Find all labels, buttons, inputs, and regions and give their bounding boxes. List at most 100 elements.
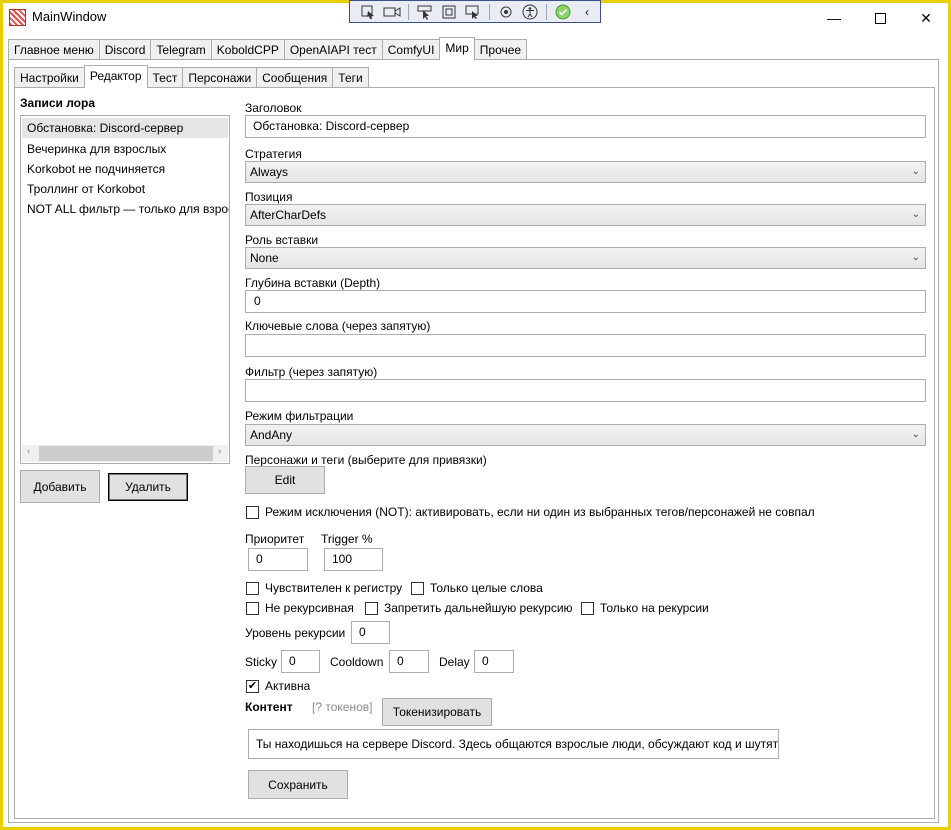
frame-icon[interactable] (437, 2, 461, 22)
list-item[interactable]: Вечеринка для взрослых (27, 142, 166, 156)
case-sensitive-checkbox[interactable] (246, 582, 259, 595)
list-item[interactable]: NOT ALL фильтр — только для взрос (27, 202, 229, 216)
active-label: Активна (265, 679, 311, 693)
list-item[interactable]: Троллинг от Korkobot (27, 182, 145, 196)
delay-input[interactable]: 0 (474, 650, 514, 673)
toolbar-separator (408, 3, 409, 20)
tab-openaiapi-test[interactable]: OpenAIAPI тест (283, 39, 383, 60)
trigger-label: Trigger % (321, 532, 373, 546)
only-on-recursion-label: Только на рекурсии (600, 601, 709, 615)
filter-mode-value: AndAny (250, 428, 293, 442)
non-recursive-checkbox[interactable] (246, 602, 259, 615)
tab-world[interactable]: Мир (439, 37, 475, 60)
content-input[interactable]: Ты находишься на сервере Discord. Здесь … (248, 729, 779, 759)
sticky-label: Sticky (245, 655, 278, 669)
recursion-level-label: Уровень рекурсии (245, 626, 346, 640)
tab-comfyui[interactable]: ComfyUI (381, 39, 441, 60)
track-icon[interactable] (461, 2, 485, 22)
close-icon: ✕ (920, 9, 932, 26)
lore-list[interactable]: Обстановка: Discord-сервер Вечеринка для… (20, 115, 230, 464)
filter-mode-select[interactable]: AndAny ⌄ (245, 424, 926, 446)
tokens-count: [? токенов] (312, 700, 373, 714)
maximize-button[interactable] (857, 3, 903, 33)
tab-tags[interactable]: Теги (332, 67, 369, 88)
select-element-icon[interactable] (356, 2, 380, 22)
scrollbar-thumb[interactable] (39, 446, 213, 461)
position-value: AfterCharDefs (250, 208, 327, 222)
role-select[interactable]: None ⌄ (245, 247, 926, 269)
tab-koboldcpp[interactable]: KoboldCPP (210, 39, 285, 60)
keywords-label: Ключевые слова (через запятую) (245, 319, 431, 333)
minimize-button[interactable]: — (811, 3, 857, 33)
exclude-mode-label: Режим исключения (NOT): активировать, ес… (265, 505, 815, 519)
tab-editor[interactable]: Редактор (83, 65, 148, 88)
trigger-input[interactable]: 100 (324, 548, 383, 571)
record-icon[interactable] (380, 2, 404, 22)
strategy-select[interactable]: Always ⌄ (245, 161, 926, 183)
tab-test[interactable]: Тест (146, 67, 184, 88)
priority-input[interactable]: 0 (248, 548, 308, 571)
list-item[interactable]: Korkobot не подчиняется (27, 162, 165, 176)
keywords-input[interactable] (245, 334, 926, 357)
ok-icon[interactable] (551, 2, 575, 22)
scroll-right-icon[interactable]: › (218, 446, 221, 457)
cooldown-input[interactable]: 0 (389, 650, 429, 673)
case-sensitive-label: Чувствителен к регистру (265, 581, 403, 595)
add-button[interactable]: Добавить (20, 470, 100, 503)
save-button[interactable]: Сохранить (248, 770, 348, 799)
hot-reload-icon[interactable] (494, 2, 518, 22)
pointer-icon[interactable] (413, 2, 437, 22)
position-label: Позиция (245, 190, 293, 204)
strategy-label: Стратегия (245, 147, 302, 161)
tab-settings[interactable]: Настройки (14, 67, 85, 88)
sub-tab-strip: Настройки Редактор Тест Персонажи Сообще… (14, 65, 369, 88)
close-button[interactable]: ✕ (903, 3, 949, 33)
delay-label: Delay (439, 655, 470, 669)
title-input[interactable]: Обстановка: Discord-сервер (245, 115, 926, 138)
content-label: Контент (245, 700, 293, 714)
prevent-recursion-label: Запретить дальнейшую рекурсию (384, 601, 573, 615)
tokenize-button[interactable]: Токенизировать (382, 698, 492, 726)
filter-label: Фильтр (через запятую) (245, 365, 378, 379)
sticky-input[interactable]: 0 (281, 650, 320, 673)
strategy-value: Always (250, 165, 289, 179)
tab-messages[interactable]: Сообщения (256, 67, 334, 88)
filter-input[interactable] (245, 379, 926, 402)
delete-button[interactable]: Удалить (108, 473, 188, 501)
minimize-icon: — (827, 10, 841, 26)
non-recursive-label: Не рекурсивная (265, 601, 354, 615)
tab-other[interactable]: Прочее (473, 39, 528, 60)
tab-characters[interactable]: Персонажи (182, 67, 258, 88)
prevent-recursion-checkbox[interactable] (365, 602, 378, 615)
title-label: Заголовок (245, 101, 302, 115)
chevron-down-icon: ⌄ (911, 429, 920, 440)
lore-heading: Записи лора (20, 96, 95, 110)
debug-toolbar: ‹ (349, 0, 601, 23)
active-checkbox[interactable]: ✔ (246, 680, 259, 693)
recursion-level-input[interactable]: 0 (351, 621, 390, 644)
cooldown-label: Cooldown (330, 655, 384, 669)
collapse-icon[interactable]: ‹ (575, 2, 599, 22)
toolbar-separator (546, 3, 547, 20)
toolbar-separator (489, 3, 490, 20)
edit-button[interactable]: Edit (245, 466, 325, 494)
tab-main-menu[interactable]: Главное меню (8, 39, 100, 60)
horizontal-scrollbar[interactable]: ‹ › (22, 445, 228, 462)
position-select[interactable]: AfterCharDefs ⌄ (245, 204, 926, 226)
exclude-mode-checkbox[interactable] (246, 506, 259, 519)
priority-label: Приоритет (245, 532, 305, 546)
depth-input[interactable]: 0 (245, 290, 926, 313)
tab-discord[interactable]: Discord (98, 39, 152, 60)
depth-label: Глубина вставки (Depth) (245, 276, 381, 290)
accessibility-icon[interactable] (518, 2, 542, 22)
only-on-recursion-checkbox[interactable] (581, 602, 594, 615)
filter-mode-label: Режим фильтрации (245, 409, 354, 423)
main-window: MainWindow — ✕ ‹ Главное меню Discord Te… (0, 0, 951, 830)
tab-telegram[interactable]: Telegram (150, 39, 212, 60)
top-tab-strip: Главное меню Discord Telegram KoboldCPP … (8, 37, 528, 60)
list-item[interactable]: Обстановка: Discord-сервер (22, 118, 228, 138)
chars-tags-label: Персонажи и теги (выберите для привязки) (245, 453, 487, 467)
whole-words-checkbox[interactable] (411, 582, 424, 595)
chevron-down-icon: ⌄ (911, 166, 920, 177)
scroll-left-icon[interactable]: ‹ (27, 446, 30, 457)
